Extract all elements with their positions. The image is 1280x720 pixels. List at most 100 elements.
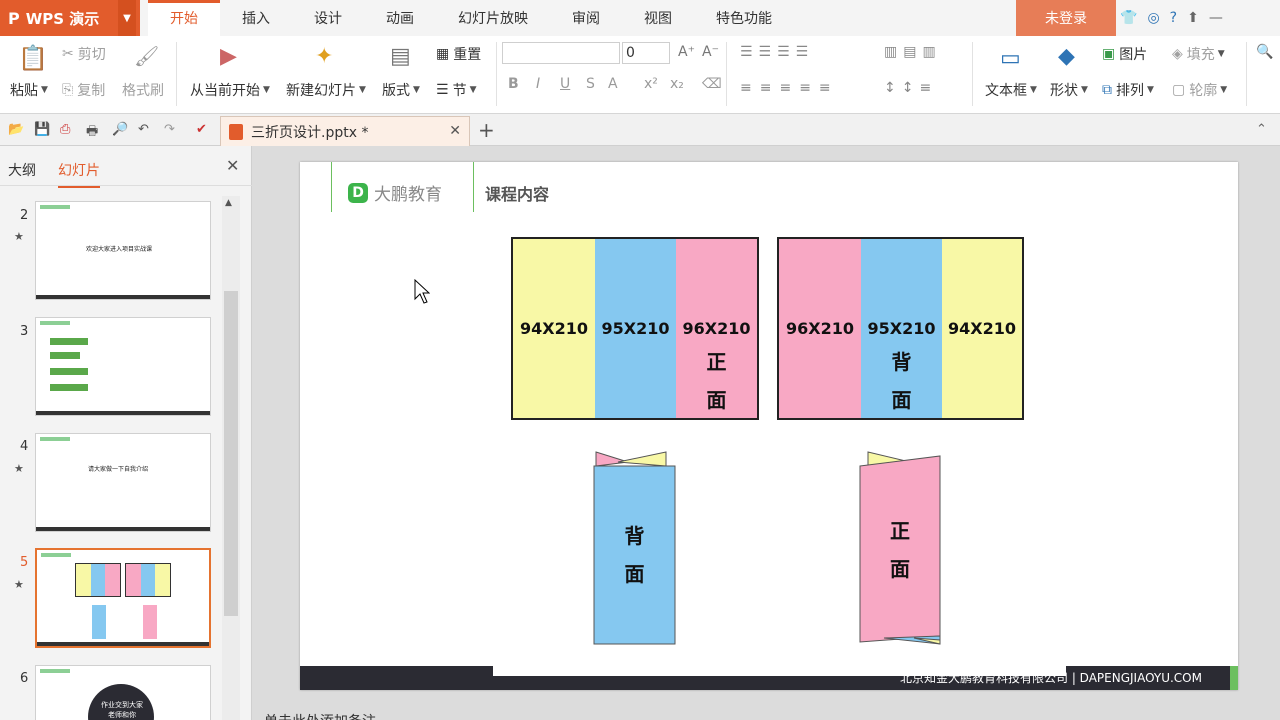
animation-star-icon: ★ <box>14 578 24 591</box>
paragraph-icons[interactable]: ▥▤▥ <box>884 44 942 60</box>
thumb-folded <box>143 605 157 639</box>
redo-icon[interactable]: ↷ <box>164 122 175 137</box>
clear-format-icon[interactable]: ⌫ <box>702 76 722 92</box>
app-menu-button[interactable]: P WPS 演示 ▼ <box>0 0 140 36</box>
undo-icon[interactable]: ↶ <box>138 122 149 137</box>
spacing-icons[interactable]: ↕↕≡ <box>884 80 937 96</box>
copy-button[interactable]: ⎘ 复制 <box>62 80 105 100</box>
font-color-icon[interactable]: A <box>608 76 618 92</box>
thumb-panel <box>75 563 121 597</box>
export-pdf-icon[interactable]: ⎙ <box>60 122 70 137</box>
add-tab-icon[interactable]: + <box>478 118 495 142</box>
paste-button[interactable]: 粘贴 ▼ <box>10 80 48 100</box>
arrange-icon: ⧉ <box>1102 82 1112 98</box>
cut-button[interactable]: ✂ 剪切 <box>62 44 106 64</box>
font-size-input[interactable]: 0 <box>622 42 670 64</box>
grow-font-icon[interactable]: A⁺ <box>678 44 695 60</box>
tab-design[interactable]: 设计 <box>292 0 364 36</box>
scroll-up-icon[interactable]: ▲ <box>225 198 232 208</box>
italic-icon[interactable]: I <box>536 76 540 92</box>
textbox-icon[interactable]: ▭ <box>1000 46 1021 71</box>
layout-button[interactable]: 版式 ▼ <box>382 80 420 100</box>
underline-icon[interactable]: U <box>560 76 570 92</box>
tab-view[interactable]: 视图 <box>622 0 694 36</box>
slide-number: 4 <box>20 439 29 454</box>
tab-review[interactable]: 审阅 <box>550 0 622 36</box>
new-slide-button[interactable]: 新建幻灯片 ▼ <box>286 80 366 100</box>
superscript-icon[interactable]: x² <box>644 76 658 92</box>
picture-label: 图片 <box>1119 47 1148 63</box>
bold-icon[interactable]: B <box>508 76 519 92</box>
font-name-input[interactable] <box>502 42 620 64</box>
reset-button[interactable]: ▦ 重置 <box>436 44 481 64</box>
customize-icon[interactable]: ✔ <box>196 122 207 137</box>
slide-thumbnail[interactable]: 作业交到大家老师和你 <box>35 665 211 720</box>
subscript-icon[interactable]: x₂ <box>670 76 684 92</box>
shape-icon[interactable]: ◆ <box>1058 44 1075 69</box>
align-icons[interactable]: ≡≡≡≡≡ <box>740 80 839 96</box>
new-slide-label: 新建幻灯片 <box>286 83 356 99</box>
minimize-icon[interactable]: — <box>1209 10 1223 26</box>
segment-label: 96X210 <box>682 319 751 338</box>
open-icon[interactable]: 📂 <box>8 122 24 137</box>
thumb-footer <box>36 295 210 299</box>
tab-outline[interactable]: 大纲 <box>8 160 36 180</box>
chevron-down-icon[interactable]: ▼ <box>118 0 136 36</box>
slide-thumbnail-active[interactable] <box>35 548 211 648</box>
notes-placeholder[interactable]: 单击此处添加备注 <box>264 711 376 720</box>
fill-button[interactable]: ◈ 填充 ▼ <box>1172 44 1225 64</box>
tab-insert[interactable]: 插入 <box>220 0 292 36</box>
current-slide[interactable]: D 大鹏教育 课程内容 94X210 95X210 96X210 正 面 96X… <box>300 162 1238 690</box>
new-slide-icon[interactable]: ✦ <box>315 44 333 69</box>
from-current-label: 从当前开始 <box>190 83 260 99</box>
find-icon[interactable]: 🔍 <box>1256 44 1273 60</box>
footer-accent <box>1230 666 1238 690</box>
save-icon[interactable]: 💾 <box>34 122 50 137</box>
app-name: WPS 演示 <box>25 9 100 28</box>
section-button[interactable]: ☰ 节 ▼ <box>436 80 476 100</box>
weibo-icon[interactable]: ◎ <box>1147 10 1159 26</box>
tab-home[interactable]: 开始 <box>148 0 220 36</box>
slide-thumbnail[interactable]: 请大家做一下自我介绍 <box>35 433 211 532</box>
thumb-block <box>50 368 88 375</box>
tab-animation[interactable]: 动画 <box>364 0 436 36</box>
minimize-ribbon-icon[interactable]: ⬆ <box>1187 10 1199 26</box>
outline-button[interactable]: ▢ 轮廓 ▼ <box>1172 80 1227 100</box>
textbox-button[interactable]: 文本框 ▼ <box>985 80 1037 100</box>
skin-icon[interactable]: 👕 <box>1120 10 1137 26</box>
folded-back-label: 背 面 <box>594 517 675 586</box>
login-button[interactable]: 未登录 <box>1016 0 1116 36</box>
slide-thumbnail[interactable] <box>35 317 211 416</box>
scrollbar-thumb[interactable] <box>224 291 238 616</box>
tab-slideshow[interactable]: 幻灯片放映 <box>436 0 550 36</box>
from-current-button[interactable]: 从当前开始 ▼ <box>190 80 270 100</box>
folded-front-label: 正 面 <box>860 512 940 581</box>
shape-button[interactable]: 形状 ▼ <box>1050 80 1088 100</box>
trifold-front-panel[interactable]: 96X210 95X210 背 面 94X210 <box>777 237 1024 420</box>
shadow-icon[interactable]: S <box>586 76 595 92</box>
tab-features[interactable]: 特色功能 <box>694 0 794 36</box>
layout-icon[interactable]: ▤ <box>390 44 411 69</box>
quick-access-bar: 📂 💾 ⎙ 🖶 🔎 ↶ ↷ ✔ 三折页设计.pptx * ✕ + ⌃ <box>0 114 1280 146</box>
pptx-file-icon <box>229 123 243 140</box>
paste-icon[interactable]: 📋 <box>18 44 48 72</box>
print-preview-icon[interactable]: 🔎 <box>112 122 128 137</box>
shrink-font-icon[interactable]: A⁻ <box>702 44 719 60</box>
slideshow-icon[interactable]: ▶ <box>220 44 237 69</box>
arrange-button[interactable]: ⧉ 排列 ▼ <box>1102 80 1154 100</box>
trifold-back-panel[interactable]: 94X210 95X210 96X210 正 面 <box>511 237 759 420</box>
help-icon[interactable]: ? <box>1170 10 1177 26</box>
close-icon[interactable]: ✕ <box>226 156 239 175</box>
picture-button[interactable]: ▣ 图片 <box>1102 44 1147 64</box>
slide-thumbnail[interactable]: 欢迎大家进入项目实战课 <box>35 201 211 300</box>
format-painter-button[interactable]: 格式刷 <box>122 80 164 100</box>
collapse-icon[interactable]: ⌃ <box>1256 122 1267 137</box>
print-icon[interactable]: 🖶 <box>86 122 98 144</box>
slide-number: 6 <box>20 671 29 686</box>
tab-slides[interactable]: 幻灯片 <box>58 160 100 188</box>
list-bullets-icon[interactable]: ☰☰☰☰ <box>740 44 814 60</box>
document-tab[interactable]: 三折页设计.pptx * ✕ <box>220 116 470 146</box>
outline-label: 轮廓 <box>1189 83 1218 99</box>
close-icon[interactable]: ✕ <box>449 123 461 139</box>
format-painter-icon[interactable]: 🖌 <box>134 44 159 68</box>
